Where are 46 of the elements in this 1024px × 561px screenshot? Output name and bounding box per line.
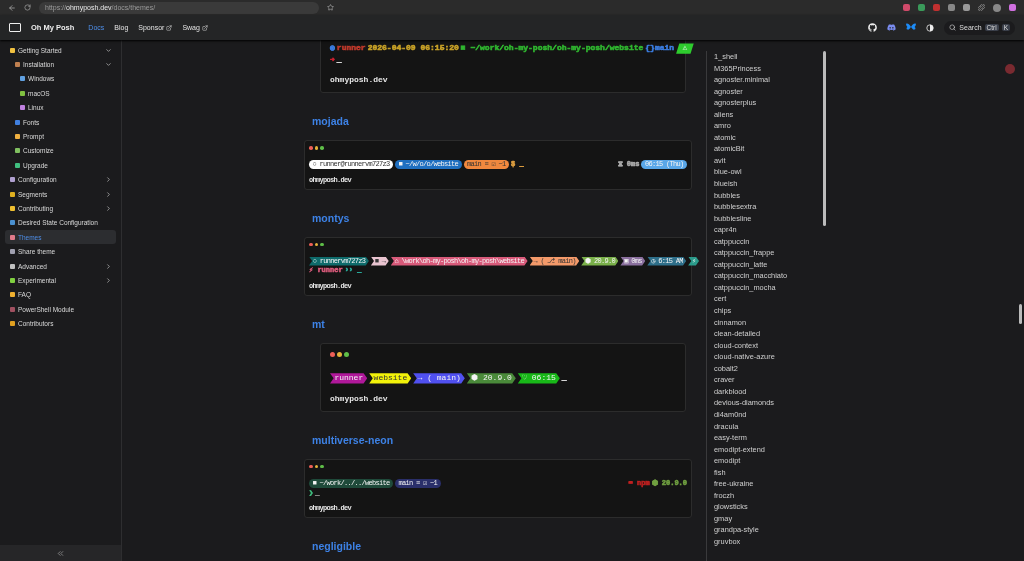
scrollbar-thumb[interactable] [1019, 304, 1022, 324]
theme-heading: montys [312, 211, 351, 224]
avatar-icon[interactable] [1005, 64, 1015, 74]
theme-heading: mt [312, 317, 326, 330]
prompt-segment: ♡ 06:15 [517, 373, 560, 384]
bookmark-star-icon[interactable] [327, 4, 334, 11]
back-icon[interactable] [8, 3, 16, 12]
prompt-text: runner [336, 43, 366, 54]
double-chevron-icon [56, 548, 65, 558]
theme-heading: negligible [312, 540, 362, 553]
extension-icon[interactable] [933, 4, 940, 11]
prompt-text: ➜ [330, 54, 335, 65]
terminal-footer: ohmyposh.dev [330, 75, 677, 85]
extension-icon[interactable] [963, 4, 970, 11]
prompt-text: {}main [645, 43, 675, 54]
prompt-text: _ [336, 54, 342, 65]
window-dot-icon [320, 146, 324, 150]
window-dot-icon [320, 242, 324, 247]
discord-icon[interactable] [887, 23, 897, 32]
search-icon [949, 24, 957, 31]
window-dot-icon [344, 351, 349, 357]
window-dot-icon [320, 464, 324, 469]
extension-icon[interactable] [903, 4, 910, 11]
extension-icon[interactable] [948, 4, 955, 11]
terminal-footer: ohmyposh.dev [330, 393, 677, 403]
prompt-segment: runner [330, 373, 368, 384]
theme-toggle-icon[interactable] [926, 23, 935, 32]
github-icon[interactable] [868, 23, 878, 32]
theme-heading: mojada [312, 115, 350, 128]
butterfly-icon[interactable] [906, 23, 917, 32]
window-dot-icon [330, 351, 335, 357]
theme-heading: multiverse-neon [312, 433, 395, 446]
extension-icon[interactable] [918, 4, 925, 11]
window-dot-icon [337, 351, 342, 357]
prompt-text: ◉ [330, 43, 335, 54]
refresh-icon[interactable] [24, 4, 31, 11]
profile-icon[interactable] [993, 3, 1001, 12]
prompt-text: ■ ~/work/oh-my-posh/oh-my-posh/website [460, 43, 644, 54]
prompt-segment: ⬢ 20.9.0 [466, 373, 516, 384]
terminal-logo-icon[interactable] [9, 23, 21, 32]
prompt-segment: ⚠ [676, 43, 694, 54]
prompt-segment: → ( main) [413, 373, 465, 384]
prompt-text: _ [561, 373, 567, 384]
prompt-segment: website [369, 373, 412, 384]
prompt-text: 2026-04-09 06:15:20 [367, 43, 459, 54]
scrollbar-thumb[interactable] [823, 51, 826, 226]
